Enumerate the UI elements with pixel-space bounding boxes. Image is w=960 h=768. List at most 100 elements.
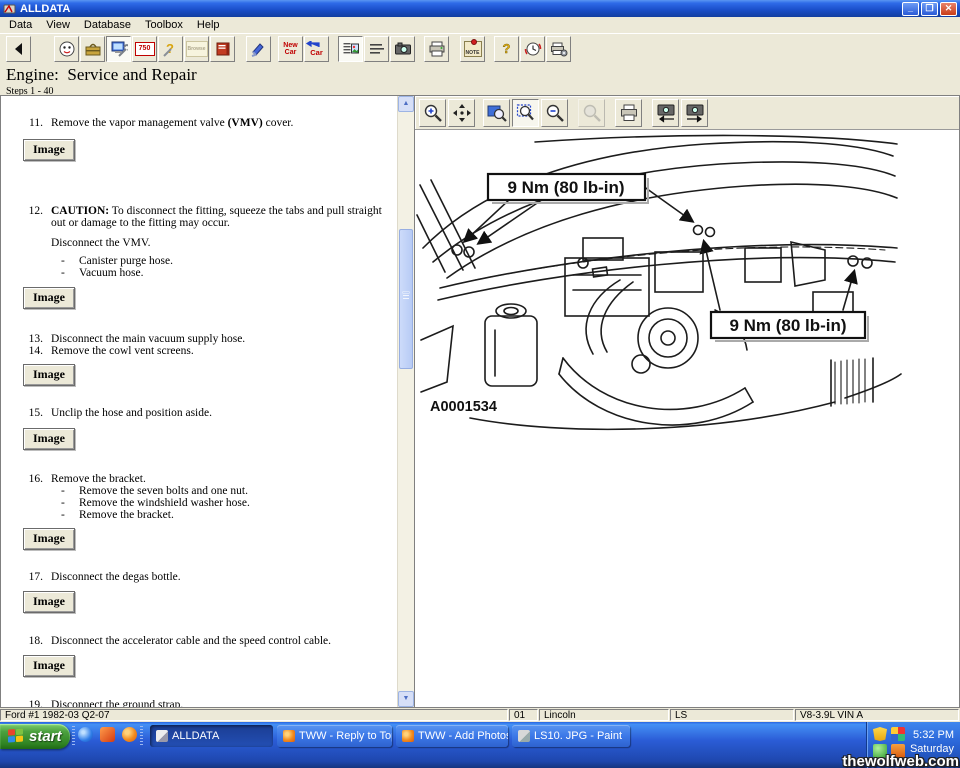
status-make-field: Lincoln [539,709,669,721]
scroll-down-icon[interactable]: ▼ [398,691,414,707]
taskbar-item-alldata[interactable]: ALLDATA [150,725,273,747]
article-scrollbar[interactable]: ▲ ▼ [397,96,414,707]
print-image-button[interactable] [615,99,642,127]
images-button[interactable] [390,36,415,62]
menu-view[interactable]: View [39,18,77,32]
text-and-images-button[interactable] [338,36,363,62]
menu-help[interactable]: Help [190,18,227,32]
step-15: 15. Unclip the hose and position aside. [23,407,391,419]
step-12: 12. CAUTION: To disconnect the fitting, … [23,205,391,229]
step-16-sub-item: -Remove the bracket. [23,509,391,521]
printer-icon [619,103,639,123]
torque-label-right: 9 Nm (80 lb-in) [729,316,846,335]
image-button[interactable]: Image [23,139,75,161]
zoom-reset-button [578,99,605,127]
wrench-question-icon: ? [162,40,180,58]
taskbar-item-tww-add-photos[interactable]: TWW - Add Photos - ... [396,725,508,747]
restore-button[interactable]: ❐ [921,2,938,16]
security-shield-icon[interactable] [873,727,887,741]
back-button[interactable] [6,36,31,62]
taskbar-item-tww-reply[interactable]: TWW - Reply to Topic... [277,725,392,747]
printer-icon [428,40,446,58]
pan-button[interactable] [448,99,475,127]
step-12-sub-item: -Vacuum hose. [23,267,391,279]
image-button[interactable]: Image [23,528,75,550]
step-17: 17. Disconnect the degas bottle. [23,571,391,583]
image-button[interactable]: Image [23,287,75,309]
step-16-sub-item: -Remove the windshield washer hose. [23,497,391,509]
close-button[interactable]: ✕ [940,2,957,16]
image-magnifier-icon [487,103,507,123]
repair-info-button[interactable] [106,36,131,62]
torque-callout-top: 9 Nm (80 lb-in) [488,174,649,204]
torque-callout-right: 9 Nm (80 lb-in) [711,312,869,342]
fit-to-window-button[interactable] [512,99,539,127]
main-toolbar: 750 ? Browse New Car [0,33,960,63]
firefox-icon[interactable] [122,727,137,742]
diagnostics-button[interactable]: ? [158,36,183,62]
notes-button[interactable]: NOTE [460,36,485,62]
text-only-button[interactable] [364,36,389,62]
next-image-icon [684,103,706,123]
clock-refresh-icon [524,40,542,58]
zoom-in-button[interactable] [419,99,446,127]
next-image-button[interactable] [681,99,708,127]
alldata-task-icon [156,730,168,742]
mail-app-icon[interactable] [100,727,115,742]
image-button[interactable]: Image [23,428,75,450]
toolbox-button[interactable] [80,36,105,62]
scrollbar-thumb[interactable] [399,229,413,369]
taskbar-item-paint[interactable]: LS10. JPG - Paint [512,725,630,747]
new-car-button[interactable]: New Car [278,36,303,62]
procedure-article: 11. Remove the vapor management valve (V… [1,96,397,707]
print-setup-button[interactable] [546,36,571,62]
step-12-paragraph: Disconnect the VMV. [23,237,391,249]
internet-explorer-icon[interactable] [78,727,93,742]
text-lines-icon [368,40,386,58]
pinwheel-tray-icon[interactable] [891,727,905,741]
brush-icon [250,40,268,58]
assistant-button[interactable] [54,36,79,62]
tray-time: 5:32 PM [910,728,954,742]
change-car-button[interactable]: Car [304,36,329,62]
watermark: thewolfweb.com [842,753,959,768]
print-button[interactable] [424,36,449,62]
magnify-region-button[interactable] [483,99,510,127]
previous-image-button[interactable] [652,99,679,127]
cleanup-button[interactable] [246,36,271,62]
menu-data[interactable]: Data [2,18,39,32]
image-button[interactable]: Image [23,364,75,386]
key-help-button[interactable]: ? [494,36,519,62]
status-model-field: LS [670,709,794,721]
image-button[interactable]: Image [23,655,75,677]
computer-wrench-icon [110,40,128,58]
menu-toolbox[interactable]: Toolbox [138,18,190,32]
taskbar: start ALLDATA TWW - Reply to Topic... TW… [0,722,960,768]
history-button[interactable] [520,36,545,62]
tsb-750-icon: 750 [139,45,151,52]
menu-database[interactable]: Database [77,18,138,32]
minimize-button[interactable]: _ [902,2,919,16]
start-button[interactable]: start [0,724,70,749]
zoom-out-icon [545,103,565,123]
zoom-out-button[interactable] [541,99,568,127]
window-title: ALLDATA [20,3,70,15]
clock: 5:32 PM Saturday [910,728,954,756]
status-engine-field: V8-3.9L VIN A [795,709,959,721]
tsb-button[interactable]: 750 [132,36,157,62]
scroll-up-icon[interactable]: ▲ [398,96,414,112]
step-13: 13. Disconnect the main vacuum supply ho… [23,333,391,345]
step-16: 16. Remove the bracket. [23,473,391,485]
svg-text:?: ? [502,41,510,56]
zoom-disabled-icon [582,103,602,123]
step-16-sub-item: -Remove the seven bolts and one nut. [23,485,391,497]
car-icon: Car [305,49,329,56]
library-button[interactable] [210,36,235,62]
figure-id-label: A0001534 [430,399,497,415]
image-button[interactable]: Image [23,591,75,613]
key-question-icon: ? [498,40,516,58]
browse-button[interactable]: Browse [184,36,209,62]
task-buttons: ALLDATA TWW - Reply to Topic... TWW - Ad… [150,725,630,747]
alldata-window: ALLDATA _ ❐ ✕ Data View Database Toolbox… [0,0,960,768]
assistant-face-icon [58,40,76,58]
